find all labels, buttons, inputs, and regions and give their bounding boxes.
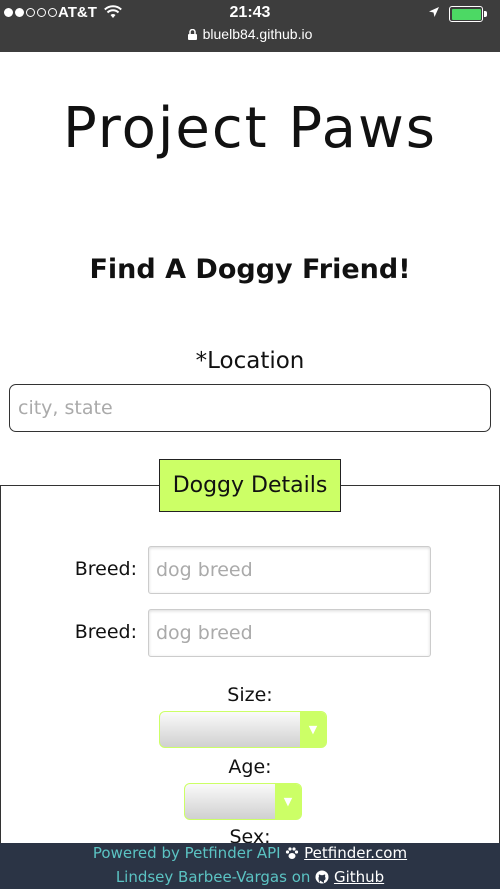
url-text: bluelb84.github.io bbox=[202, 26, 313, 42]
battery-icon bbox=[449, 6, 487, 22]
location-input[interactable] bbox=[9, 384, 491, 432]
select-arrow-icon: ▼ bbox=[300, 712, 326, 747]
powered-by-text: Powered by Petfinder API bbox=[92, 844, 281, 862]
clock: 21:43 bbox=[229, 4, 271, 21]
author-text: Lindsey Barbee-Vargas on bbox=[115, 868, 311, 886]
doggy-details-legend: Doggy Details bbox=[159, 459, 341, 512]
paw-icon bbox=[286, 847, 299, 859]
select-arrow-icon: ▼ bbox=[275, 784, 301, 819]
github-link[interactable]: Github bbox=[334, 868, 384, 886]
location-arrow-icon bbox=[429, 7, 439, 17]
footer: Powered by Petfinder API Petfinder.com L… bbox=[0, 843, 500, 889]
footer-powered-line: Powered by Petfinder API Petfinder.com bbox=[0, 844, 500, 862]
lock-icon bbox=[187, 29, 197, 40]
breed-label-2: Breed: bbox=[74, 621, 137, 643]
age-label: Age: bbox=[228, 756, 272, 778]
github-icon bbox=[315, 870, 329, 884]
age-select[interactable]: ▼ bbox=[184, 783, 302, 820]
breed-input-1[interactable] bbox=[148, 546, 431, 594]
size-label: Size: bbox=[227, 684, 273, 706]
status-bar: AT&T 21:43 bluelb84.github.io bbox=[0, 0, 500, 52]
location-label: *Location bbox=[195, 348, 305, 374]
petfinder-link[interactable]: Petfinder.com bbox=[304, 844, 407, 862]
address-bar[interactable]: bluelb84.github.io bbox=[0, 26, 500, 42]
breed-label-1: Breed: bbox=[74, 558, 137, 580]
page-title: Project Paws bbox=[63, 96, 437, 161]
breed-input-2[interactable] bbox=[148, 609, 431, 657]
size-select[interactable]: ▼ bbox=[159, 711, 327, 748]
page-subtitle: Find A Doggy Friend! bbox=[89, 254, 411, 285]
footer-author-line: Lindsey Barbee-Vargas on Github bbox=[0, 868, 500, 886]
